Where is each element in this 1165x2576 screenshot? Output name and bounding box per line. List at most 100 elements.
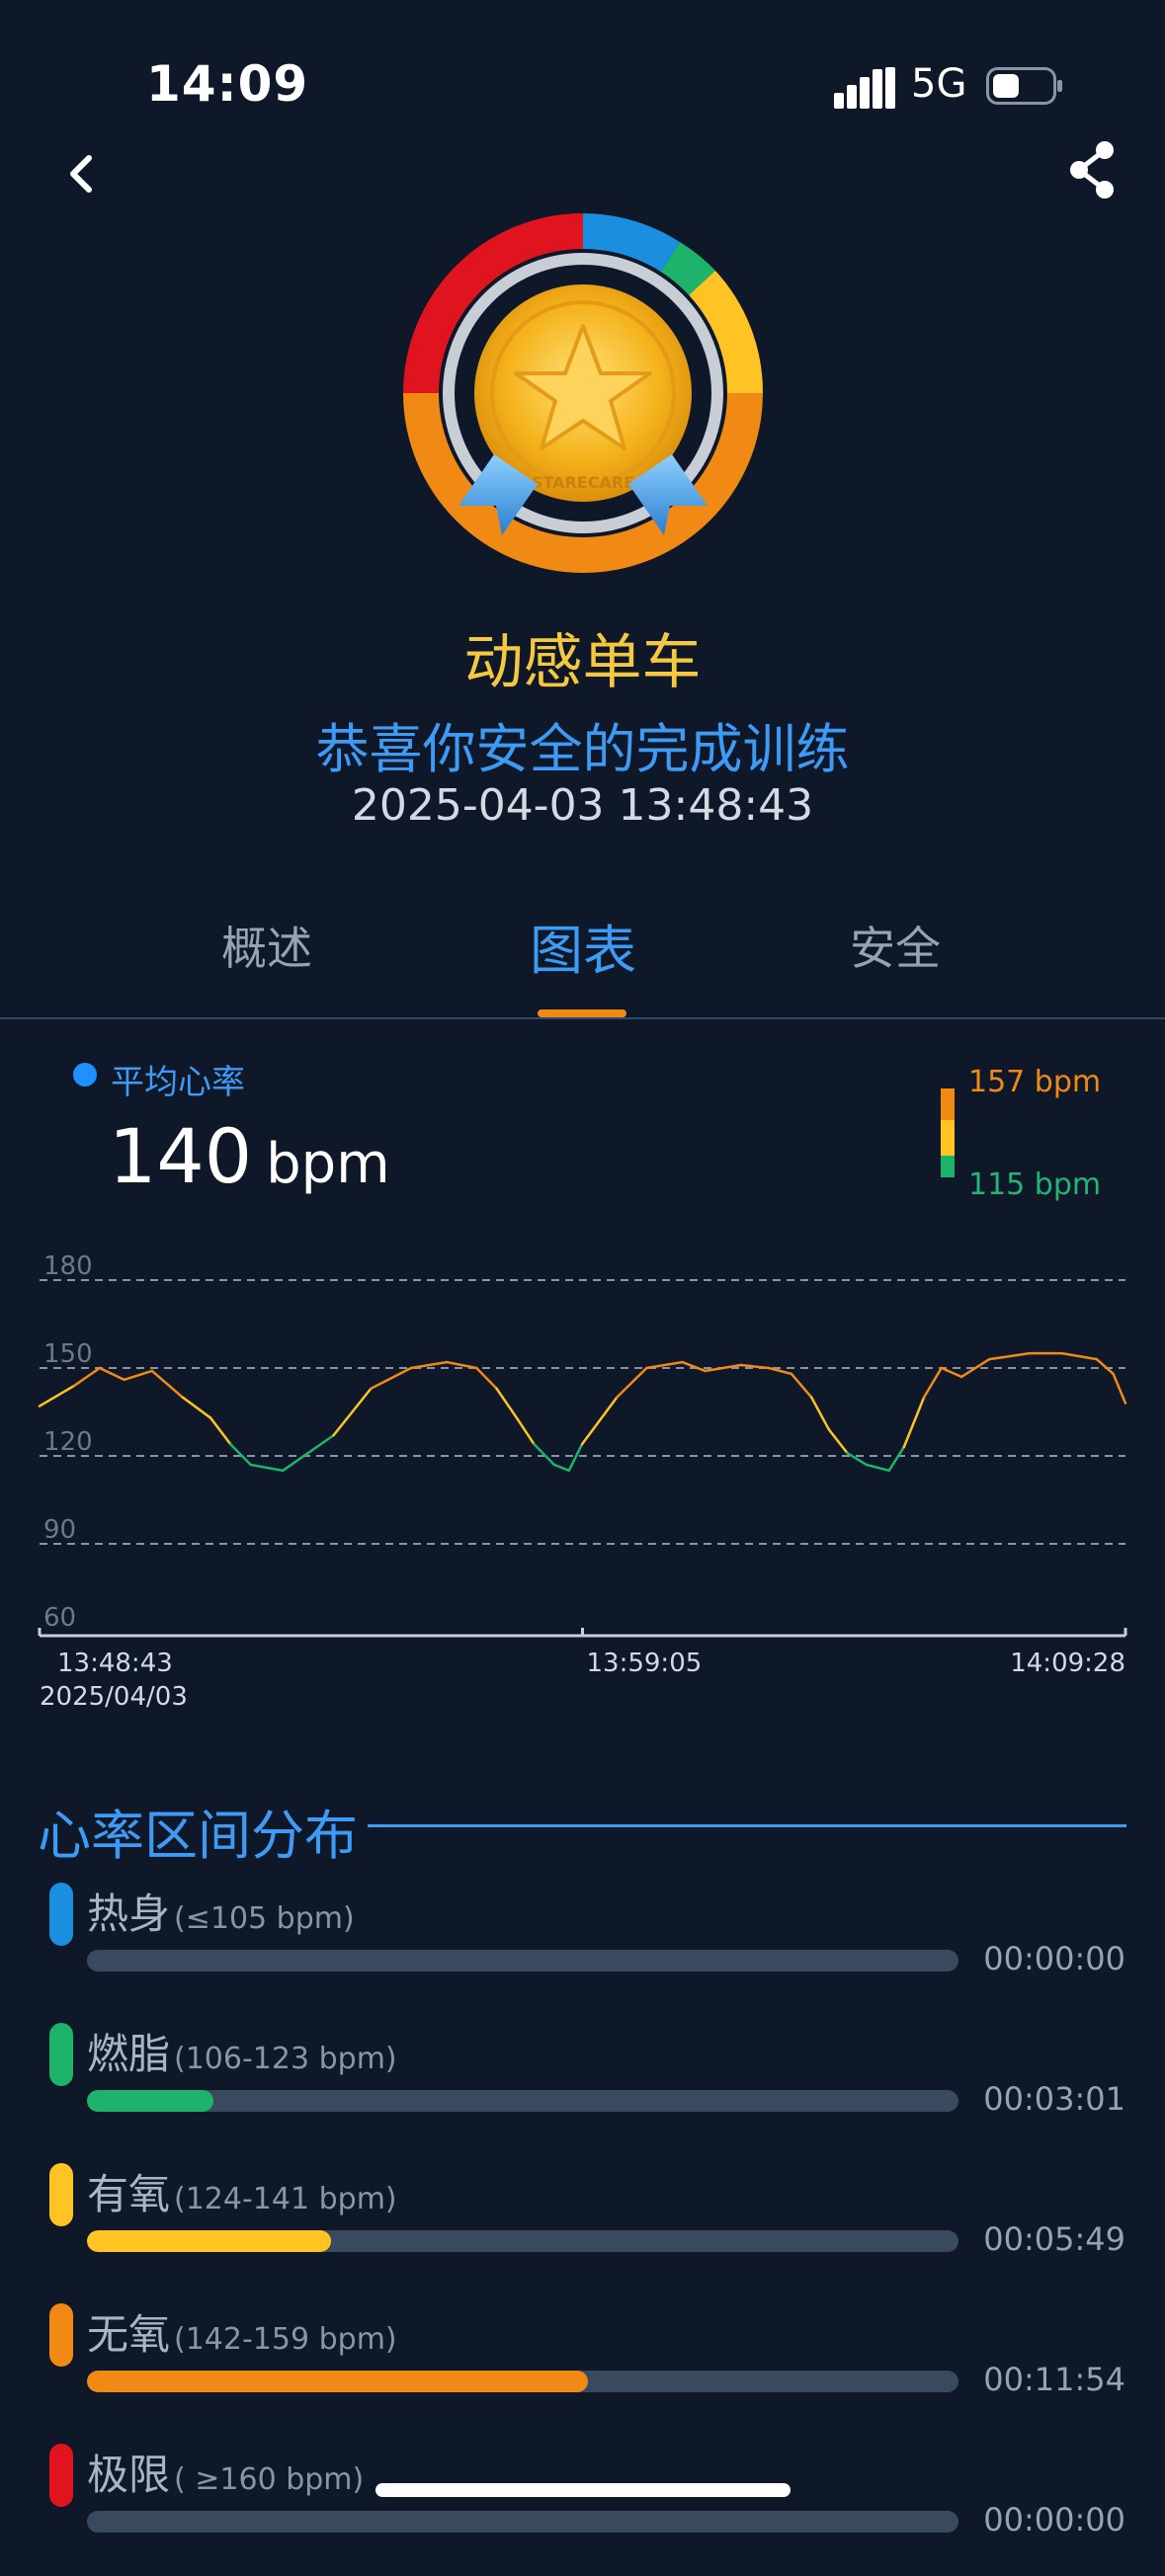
zone-name: 极限( ≥160 bpm) (87, 2442, 364, 2502)
avg-heart-rate-dot (73, 1063, 97, 1087)
zone-progress-track (87, 2511, 958, 2533)
max-heart-rate-label: 157 bpm (968, 1065, 1102, 1099)
y-tick-label: 120 (43, 1427, 93, 1457)
zone-label: 极限 (87, 2451, 171, 2499)
zone-label: 燃脂 (87, 2030, 171, 2078)
zone-duration: 00:05:49 (983, 2220, 1125, 2258)
avg-heart-rate-label: 平均心率 (111, 1063, 245, 1102)
tab-divider (0, 1017, 1165, 1019)
workout-datetime: 2025-04-03 13:48:43 (351, 780, 814, 831)
zone-color-swatch (49, 2303, 73, 2367)
zone-name: 燃脂 (106-123 bpm) (87, 2021, 397, 2081)
avg-heart-rate-value: 140 bpm (109, 1112, 390, 1200)
share-icon[interactable] (1063, 138, 1123, 201)
heart-rate-segment (922, 1366, 943, 1399)
heart-rate-segment (988, 1351, 1032, 1361)
zone-duration: 00:00:00 (983, 1940, 1125, 1977)
zone-row: 无氧 (142-159 bpm) 00:11:54 (0, 2295, 1165, 2436)
zone-name: 有氧 (124-141 bpm) (87, 2161, 397, 2221)
y-tick-label: 150 (43, 1339, 93, 1369)
min-heart-rate-label: 115 bpm (968, 1167, 1102, 1202)
y-tick-label: 180 (43, 1251, 93, 1281)
zone-range: (≤105 bpm) (174, 1901, 355, 1936)
heart-rate-segment (515, 1416, 536, 1446)
workout-title: 动感单车 (463, 628, 702, 697)
x-date-label: 2025/04/03 (40, 1682, 188, 1712)
heart-rate-segment (681, 1360, 707, 1373)
zone-progress-track (87, 2371, 958, 2392)
heart-rate-segment (282, 1433, 335, 1473)
heart-rate-segment (580, 1396, 619, 1446)
heart-rate-segment (38, 1384, 76, 1408)
heart-rate-segment (887, 1445, 906, 1473)
x-tick-label: 14:09:28 (1010, 1649, 1125, 1678)
heart-rate-segment (940, 1366, 963, 1379)
tab-overview[interactable]: 概述 (148, 913, 385, 978)
zone-color-swatch (49, 2444, 73, 2507)
zone-label: 无氧 (87, 2310, 171, 2359)
zone-row: 燃脂 (106-123 bpm) 00:03:01 (0, 2015, 1165, 2155)
heart-rate-segment (98, 1366, 125, 1382)
zone-color-swatch (49, 2023, 73, 2086)
zone-progress-track (87, 1950, 958, 1972)
zone-name: 热身 (≤105 bpm) (87, 1881, 355, 1941)
heart-rate-segment (229, 1442, 252, 1467)
zone-row: 有氧 (124-141 bpm) 00:05:49 (0, 2155, 1165, 2295)
y-tick-label: 60 (43, 1603, 76, 1633)
tab-chart[interactable]: 图表 (464, 907, 702, 985)
zone-title-line (368, 1824, 1126, 1827)
home-indicator[interactable] (375, 2483, 791, 2497)
completion-message: 恭喜你安全的完成训练 (315, 718, 850, 780)
zone-label: 有氧 (87, 2170, 171, 2218)
zone-range: (124-141 bpm) (174, 2182, 397, 2216)
zone-range: ( ≥160 bpm) (174, 2462, 365, 2497)
heart-rate-range-bar (941, 1088, 955, 1177)
zone-progress-fill (87, 2230, 331, 2252)
heart-rate-segment (533, 1442, 556, 1467)
zone-color-swatch (49, 2163, 73, 2226)
heart-rate-segment (208, 1416, 232, 1446)
heart-rate-segment (846, 1451, 869, 1467)
heart-rate-segment (1095, 1357, 1115, 1376)
heart-rate-segment (495, 1387, 519, 1419)
zone-range: (142-159 bpm) (174, 2322, 397, 2357)
heart-rate-segment (790, 1372, 813, 1399)
zone-row: 热身 (≤105 bpm) 00:00:00 (0, 1875, 1165, 2015)
heart-rate-segment (474, 1366, 498, 1391)
zone-distribution-title: 心率区间分布 (38, 1805, 358, 1867)
status-time: 14:09 (146, 55, 309, 113)
zone-duration: 00:03:01 (983, 2080, 1125, 2118)
zone-duration: 00:11:54 (983, 2361, 1125, 2398)
back-icon[interactable] (55, 144, 115, 203)
heart-rate-segment (370, 1366, 413, 1391)
avg-heart-rate-number: 140 (109, 1112, 253, 1200)
active-tab-indicator (538, 1009, 626, 1017)
heart-rate-segment (332, 1387, 373, 1437)
zone-label: 热身 (87, 1890, 171, 1938)
heart-rate-segment (739, 1363, 771, 1370)
x-tick-label: 13:48:43 (57, 1649, 173, 1678)
zone-progress-fill (87, 2090, 213, 2112)
zone-range: (106-123 bpm) (174, 2042, 397, 2076)
heart-rate-segment (809, 1396, 831, 1431)
x-tick-label: 13:59:05 (587, 1649, 703, 1678)
tab-safety[interactable]: 安全 (777, 913, 1014, 978)
avg-heart-rate-unit: bpm (266, 1132, 390, 1196)
heart-rate-segment (827, 1428, 849, 1455)
heart-rate-segment (616, 1366, 648, 1399)
heart-rate-segment (249, 1463, 285, 1473)
zone-progress-track (87, 2230, 958, 2252)
battery-icon (986, 67, 1062, 105)
heart-rate-segment (73, 1366, 102, 1388)
zone-progress-fill (87, 2371, 589, 2392)
zone-name: 无氧 (142-159 bpm) (87, 2301, 397, 2362)
heart-rate-segment (865, 1463, 891, 1473)
heart-rate-segment (150, 1369, 185, 1399)
svg-text:STARECARE: STARECARE (532, 473, 634, 492)
medal-badge-icon: STARECARE (403, 213, 764, 573)
heart-rate-segment (123, 1369, 154, 1382)
heart-rate-chart: 180 150 120 90 60 13:48:43 13:59:05 14:09:28 202… (38, 1251, 1127, 1712)
heart-rate-segment (902, 1396, 926, 1449)
zone-row: 极限( ≥160 bpm) 00:00:00 (0, 2436, 1165, 2576)
heart-rate-segment (567, 1442, 584, 1473)
